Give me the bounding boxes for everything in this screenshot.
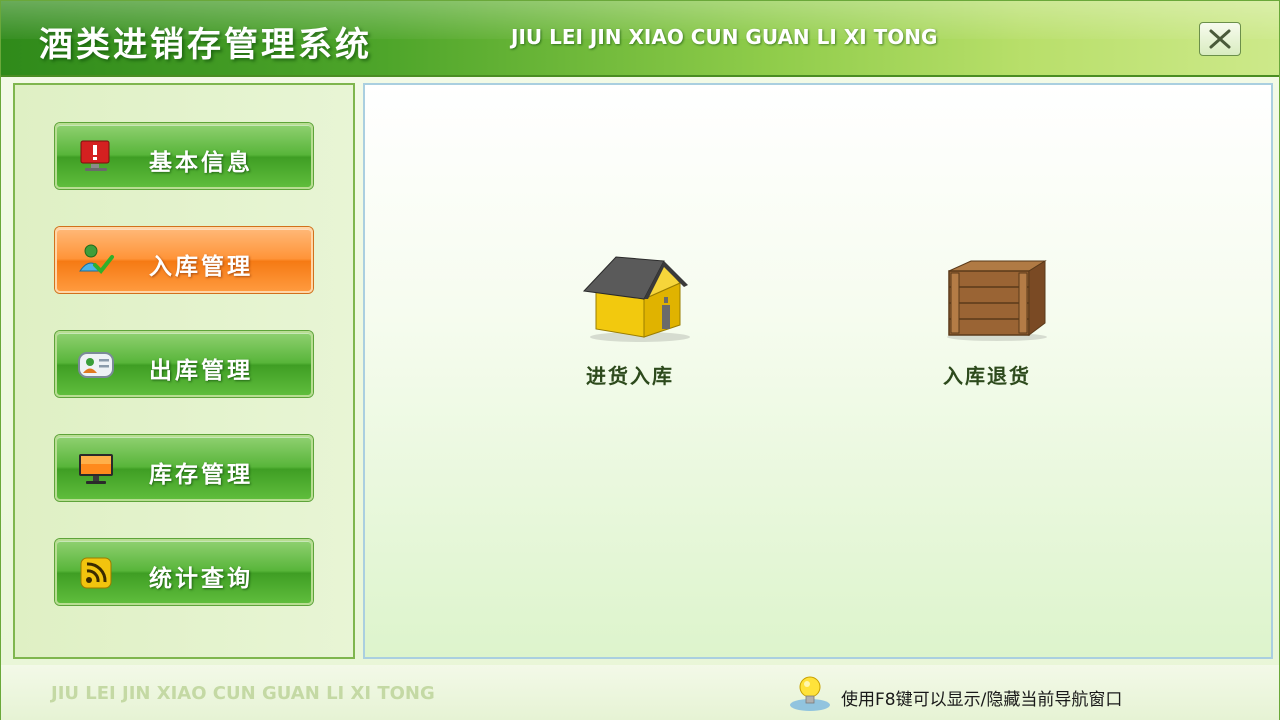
- sidebar-item-basic-info[interactable]: 基本信息: [55, 123, 313, 189]
- sidebar-item-stock-in[interactable]: 入库管理: [55, 227, 313, 293]
- sidebar-item-label: 出库管理: [149, 358, 253, 384]
- sidebar-item-statistics[interactable]: 统计查询: [55, 539, 313, 605]
- close-button[interactable]: [1199, 22, 1241, 56]
- app-subtitle: JIU LEI JIN XIAO CUN GUAN LI XI TONG: [511, 25, 938, 49]
- sidebar-item-label: 入库管理: [149, 254, 253, 280]
- main-content: 进货入库 入库退货: [363, 83, 1273, 659]
- tile-label: 入库退货: [943, 364, 1031, 388]
- rss-feed-icon: [80, 557, 112, 589]
- monitor-alert-icon: [80, 140, 110, 171]
- tile-stock-in-return[interactable]: 入库退货: [902, 253, 1072, 403]
- status-bar: JIU LEI JIN XIAO CUN GUAN LI XI TONG 使用F…: [1, 665, 1279, 720]
- wooden-crate-icon: [947, 260, 1047, 341]
- f8-hint-text: 使用F8键可以显示/隐藏当前导航窗口: [841, 690, 1123, 710]
- tile-purchase-stock-in[interactable]: 进货入库: [545, 253, 715, 403]
- user-check-icon: [79, 244, 114, 275]
- title-bar: 酒类进销存管理系统 JIU LEI JIN XIAO CUN GUAN LI X…: [1, 1, 1279, 77]
- sidebar-item-label: 统计查询: [149, 566, 253, 592]
- sidebar-item-label: 基本信息: [149, 150, 253, 176]
- app-title: 酒类进销存管理系统: [39, 25, 372, 65]
- display-screen-icon: [79, 454, 113, 484]
- sidebar-nav: 基本信息 入库管理 出库管理 库存管理 统计查询: [13, 83, 355, 659]
- sidebar-item-stock-out[interactable]: 出库管理: [55, 331, 313, 397]
- contact-card-icon: [78, 352, 114, 378]
- lightbulb-icon: [790, 676, 830, 711]
- sidebar-item-label: 库存管理: [149, 462, 253, 488]
- footer-brand: JIU LEI JIN XIAO CUN GUAN LI XI TONG: [51, 683, 435, 704]
- sidebar-item-inventory[interactable]: 库存管理: [55, 435, 313, 501]
- close-icon: [1209, 29, 1231, 49]
- app-window: 酒类进销存管理系统 JIU LEI JIN XIAO CUN GUAN LI X…: [0, 0, 1280, 720]
- house-icon: [582, 256, 690, 342]
- tile-label: 进货入库: [586, 364, 674, 388]
